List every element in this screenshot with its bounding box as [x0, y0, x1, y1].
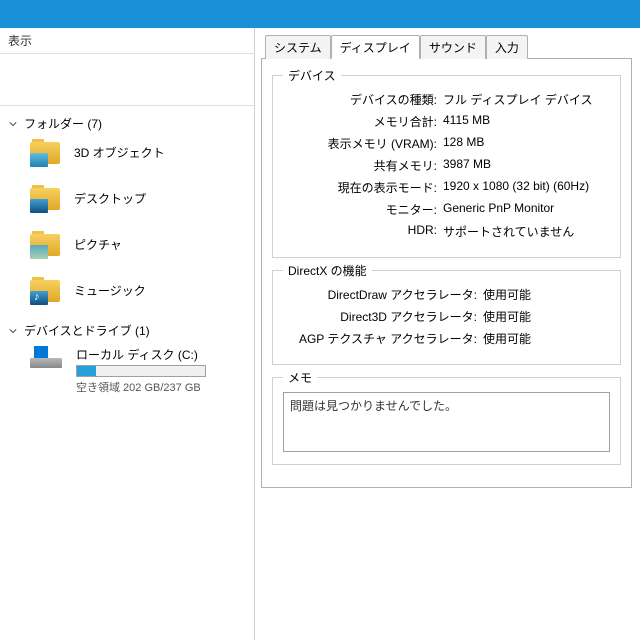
info-row: HDR:サポートされていません	[283, 223, 610, 240]
tab-0[interactable]: システム	[265, 35, 331, 59]
info-value: 3987 MB	[443, 157, 610, 174]
info-row: モニター:Generic PnP Monitor	[283, 201, 610, 218]
info-row: Direct3D アクセラレータ:使用可能	[283, 308, 610, 325]
info-key: 現在の表示モード:	[283, 179, 443, 196]
folders-group-label: フォルダー (7)	[24, 115, 102, 132]
info-key: Direct3D アクセラレータ:	[283, 308, 483, 325]
title-bar	[0, 0, 640, 28]
info-value: Generic PnP Monitor	[443, 201, 610, 218]
info-key: デバイスの種類:	[283, 91, 443, 108]
folders-group[interactable]: フォルダー (7)	[0, 112, 254, 135]
info-key: AGP テクスチャ アクセラレータ:	[283, 330, 483, 347]
info-row: 共有メモリ:3987 MB	[283, 157, 610, 174]
info-key: 共有メモリ:	[283, 157, 443, 174]
directx-group-title: DirectX の機能	[283, 262, 372, 279]
info-key: モニター:	[283, 201, 443, 218]
info-value: フル ディスプレイ デバイス	[443, 91, 610, 108]
folder-icon	[30, 185, 60, 211]
explorer-pane: 表示 フォルダー (7) 3D オブジェクトデスクトップピクチャミュージック デ…	[0, 28, 255, 640]
memo-text: 問題は見つかりませんでした。	[290, 399, 457, 413]
drive-free-text: 空き領域 202 GB/237 GB	[76, 379, 206, 395]
info-row: 表示メモリ (VRAM):128 MB	[283, 135, 610, 152]
folder-item[interactable]: デスクトップ	[0, 181, 254, 215]
folder-label: デスクトップ	[74, 190, 146, 207]
info-row: AGP テクスチャ アクセラレータ:使用可能	[283, 330, 610, 347]
folder-icon	[30, 277, 60, 303]
folder-tree: フォルダー (7) 3D オブジェクトデスクトップピクチャミュージック デバイス…	[0, 106, 254, 399]
folder-icon	[30, 231, 60, 257]
drives-group-label: デバイスとドライブ (1)	[24, 322, 150, 339]
chevron-down-icon	[8, 326, 18, 336]
tab-1[interactable]: ディスプレイ	[331, 35, 420, 59]
info-value: 使用可能	[483, 330, 610, 347]
info-value: サポートされていません	[443, 223, 610, 240]
info-value: 使用可能	[483, 286, 610, 303]
folder-item[interactable]: ミュージック	[0, 273, 254, 307]
info-row: デバイスの種類:フル ディスプレイ デバイス	[283, 91, 610, 108]
chevron-down-icon	[8, 119, 18, 129]
folder-label: ピクチャ	[74, 236, 122, 253]
drives-group[interactable]: デバイスとドライブ (1)	[0, 319, 254, 342]
info-key: 表示メモリ (VRAM):	[283, 135, 443, 152]
info-key: DirectDraw アクセラレータ:	[283, 286, 483, 303]
folder-icon	[30, 139, 60, 165]
drive-item[interactable]: ローカル ディスク (C:) 空き領域 202 GB/237 GB	[0, 342, 254, 399]
folder-item[interactable]: ピクチャ	[0, 227, 254, 261]
folder-label: ミュージック	[74, 282, 146, 299]
info-value: 4115 MB	[443, 113, 610, 130]
directx-group: DirectX の機能 DirectDraw アクセラレータ:使用可能Direc…	[272, 270, 621, 365]
view-tab[interactable]: 表示	[0, 28, 254, 54]
tab-bar: システムディスプレイサウンド入力	[261, 34, 632, 59]
info-value: 128 MB	[443, 135, 610, 152]
drive-usage-bar	[76, 365, 206, 377]
toolbar-area	[0, 54, 254, 106]
drive-icon	[30, 346, 62, 368]
info-key: メモリ合計:	[283, 113, 443, 130]
folder-item[interactable]: 3D オブジェクト	[0, 135, 254, 169]
tab-2[interactable]: サウンド	[420, 35, 486, 59]
info-row: DirectDraw アクセラレータ:使用可能	[283, 286, 610, 303]
info-row: 現在の表示モード:1920 x 1080 (32 bit) (60Hz)	[283, 179, 610, 196]
dxdiag-pane: システムディスプレイサウンド入力 デバイス デバイスの種類:フル ディスプレイ …	[255, 28, 640, 640]
device-group: デバイス デバイスの種類:フル ディスプレイ デバイスメモリ合計:4115 MB…	[272, 75, 621, 258]
folder-label: 3D オブジェクト	[74, 144, 165, 161]
info-value: 使用可能	[483, 308, 610, 325]
memo-group-title: メモ	[283, 369, 317, 386]
drive-name: ローカル ディスク (C:)	[76, 346, 206, 363]
tab-3[interactable]: 入力	[486, 35, 528, 59]
device-group-title: デバイス	[283, 67, 341, 84]
memo-textarea[interactable]: 問題は見つかりませんでした。	[283, 392, 610, 452]
memo-group: メモ 問題は見つかりませんでした。	[272, 377, 621, 465]
info-value: 1920 x 1080 (32 bit) (60Hz)	[443, 179, 610, 196]
info-key: HDR:	[283, 223, 443, 240]
info-row: メモリ合計:4115 MB	[283, 113, 610, 130]
